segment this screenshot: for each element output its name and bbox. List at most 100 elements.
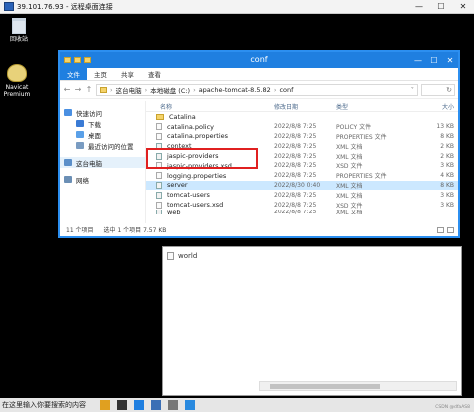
tab-share[interactable]: 共享	[114, 68, 141, 80]
scrollbar-thumb[interactable]	[270, 384, 380, 389]
nav-recent[interactable]: 最近访问的位置	[60, 140, 145, 151]
file-type: XML 文档	[336, 209, 363, 214]
breadcrumb-separator: ›	[193, 85, 196, 94]
desktop-icon-navicat[interactable]: Navicat Premium	[0, 64, 34, 98]
file-type: XML 文档	[336, 182, 363, 190]
file-size: 3 KB	[440, 191, 454, 199]
large-icons-view-icon[interactable]	[447, 226, 454, 233]
file-date: 2022/8/8 7:25	[274, 191, 317, 199]
refresh-icon[interactable]: ↻	[446, 86, 452, 94]
settings-icon[interactable]	[168, 400, 178, 410]
file-icon	[156, 123, 162, 131]
horizontal-scrollbar[interactable]	[259, 381, 457, 391]
rdp-minimize-button[interactable]: —	[408, 0, 430, 14]
chevron-down-icon[interactable]: ˅	[408, 86, 417, 94]
file-date: 2022/8/8 7:25	[274, 123, 317, 131]
file-date: 2022/8/8 7:25	[274, 142, 317, 150]
table-row[interactable]: web 2022/8/8 7:25 XML 文档	[146, 209, 458, 214]
file-icon	[156, 191, 162, 199]
file-name: web	[167, 209, 181, 214]
nav-downloads[interactable]: 下载	[60, 118, 145, 129]
network-tray-icon[interactable]	[185, 400, 195, 410]
nav-label: 快速访问	[76, 109, 102, 118]
address-bar[interactable]: › 这台电脑 › 本地磁盘 (C:) › apache-tomcat-8.5.8…	[96, 83, 418, 96]
column-header-name[interactable]: 名称	[146, 102, 274, 111]
nav-label: 桌面	[88, 131, 101, 140]
rdp-maximize-button[interactable]: ☐	[430, 0, 452, 14]
file-icon	[156, 209, 162, 214]
forward-arrow-icon[interactable]: →	[74, 85, 82, 94]
maximize-button[interactable]: ☐	[426, 52, 442, 68]
table-row[interactable]: logging.properties 2022/8/8 7:25 PROPERTIE…	[146, 171, 458, 181]
tab-file[interactable]: 文件	[60, 68, 87, 80]
table-row[interactable]: Catalina	[146, 112, 458, 122]
file-name: logging.properties	[167, 171, 227, 180]
desktop-icon-label: Navicat Premium	[3, 84, 31, 98]
breadcrumb-local-disk[interactable]: 本地磁盘 (C:)	[150, 85, 190, 95]
desktop-icon-recycle-bin[interactable]: 回收站	[2, 18, 36, 43]
table-row[interactable]: server 2022/8/30 0:40 XML 文档 8 KB	[146, 180, 458, 191]
nav-network[interactable]: 网络	[60, 174, 145, 185]
folder-icon	[156, 113, 164, 120]
file-name-cell: tomcat-users	[146, 191, 274, 199]
list-item[interactable]: world	[167, 252, 197, 260]
address-row: ← → ↑ › 这台电脑 › 本地磁盘 (C:) › apache-tomcat…	[60, 81, 458, 99]
edge-icon[interactable]	[134, 400, 144, 410]
file-name-cell: server	[146, 181, 274, 189]
desktop-icon	[76, 131, 84, 138]
close-button[interactable]: ✕	[442, 52, 458, 68]
column-header-date[interactable]: 修改日期	[274, 102, 336, 111]
table-row[interactable]: catalina.policy 2022/8/8 7:25 POLICY 文件 13 …	[146, 122, 458, 132]
window-title-bar[interactable]: conf — ☐ ✕	[60, 52, 458, 68]
file-name: tomcat-users.xsd	[167, 201, 224, 210]
file-type: XML 文档	[336, 153, 363, 161]
file-date: 2022/8/8 7:25	[274, 209, 317, 214]
nav-quick-access[interactable]: 快速访问	[60, 107, 145, 118]
view-toggle	[437, 226, 458, 233]
column-header-type[interactable]: 类型	[336, 102, 418, 111]
window-title: conf	[250, 55, 268, 64]
tab-home[interactable]: 主页	[87, 68, 114, 80]
file-type: XSD 文件	[336, 163, 363, 171]
network-icon	[64, 176, 72, 183]
file-date: 2022/8/8 7:25	[274, 162, 317, 170]
file-explorer-icon[interactable]	[100, 400, 110, 410]
store-icon[interactable]	[151, 400, 161, 410]
up-arrow-icon[interactable]: ↑	[85, 85, 93, 94]
file-type: POLICY 文件	[336, 124, 372, 132]
background-explorer-window[interactable]: world	[162, 246, 462, 396]
details-view-icon[interactable]	[437, 226, 444, 233]
back-arrow-icon[interactable]: ←	[63, 85, 71, 94]
taskbar-icons	[100, 400, 195, 410]
table-row[interactable]: catalina.properties 2022/8/8 7:25 PROPERTI…	[146, 132, 458, 142]
minimize-button[interactable]: —	[410, 52, 426, 68]
file-size: 2 KB	[440, 142, 454, 150]
nav-this-pc[interactable]: 这台电脑	[60, 157, 145, 168]
breadcrumb-tomcat[interactable]: apache-tomcat-8.5.82	[199, 86, 271, 94]
task-view-icon[interactable]	[117, 400, 127, 410]
taskbar-search-input[interactable]: 在这里输入你要搜索的内容	[0, 400, 92, 410]
table-row[interactable]: tomcat-users 2022/8/8 7:25 XML 文档 3 KB	[146, 190, 458, 200]
window-controls: — ☐ ✕	[410, 52, 458, 68]
file-size: 13 KB	[436, 123, 454, 131]
star-icon	[64, 109, 72, 116]
table-row[interactable]: tomcat-users.xsd 2022/8/8 7:25 XSD 文件 3 KB	[146, 200, 458, 210]
breadcrumb-separator: ›	[110, 85, 113, 94]
tab-view[interactable]: 查看	[141, 68, 168, 80]
breadcrumb-this-pc[interactable]: 这台电脑	[116, 85, 142, 95]
status-bar: 11 个项目 选中 1 个项目 7.57 KB	[60, 223, 458, 236]
column-header-size[interactable]: 大小	[418, 102, 458, 111]
file-name-cell: Catalina	[146, 113, 274, 121]
file-date: 2022/8/8 7:25	[274, 201, 317, 209]
file-type: PROPERTIES 文件	[336, 133, 387, 141]
search-box[interactable]: ↻	[421, 83, 455, 96]
rdp-close-button[interactable]: ✕	[452, 0, 474, 14]
breadcrumb-conf[interactable]: conf	[279, 86, 293, 94]
nav-desktop[interactable]: 桌面	[60, 129, 145, 140]
nav-label: 这台电脑	[76, 159, 102, 168]
file-name: catalina.policy	[167, 122, 215, 131]
file-name-cell: catalina.properties	[146, 132, 274, 140]
file-icon	[156, 172, 162, 180]
nav-label: 网络	[76, 176, 89, 185]
explorer-body: 快速访问 下载 桌面 最近访问的位置 这台电脑 网络 名称 修改日期 类型 大小…	[60, 101, 458, 223]
